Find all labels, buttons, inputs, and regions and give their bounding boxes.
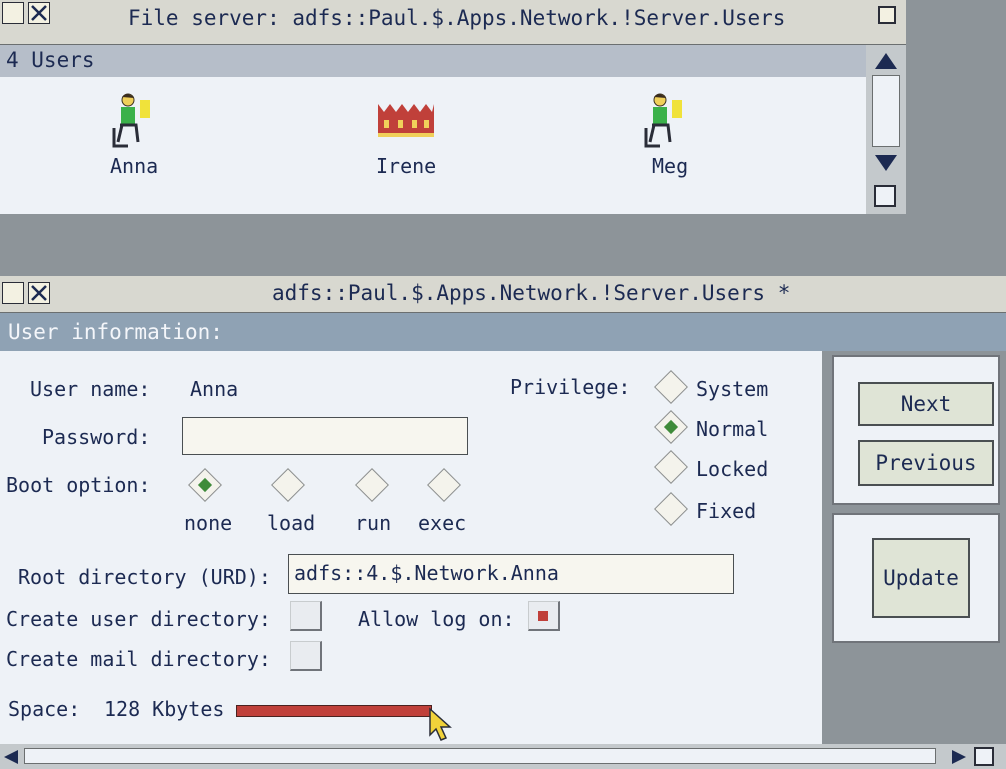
update-button[interactable]: Update [872,538,970,618]
privilege-label-system: System [696,377,769,401]
scrollbar-thumb[interactable] [872,75,900,147]
user-at-desk-icon [644,93,682,148]
user-name-value: Anna [190,377,239,401]
space-slider[interactable] [236,705,432,717]
close-icon[interactable] [28,2,50,24]
dialog-header-bar: User information: [0,313,1006,351]
checkbox-tick-icon [538,611,548,621]
root-directory-field[interactable]: adfs::4.$.Network.Anna [288,554,734,594]
close-icon[interactable] [28,282,50,304]
scroll-up-icon[interactable] [873,51,899,71]
privilege-radio-fixed[interactable] [654,492,688,526]
dialog-header: User information: [8,320,223,344]
next-button[interactable]: Next [858,382,994,426]
toggle-size-icon[interactable] [866,0,906,45]
dialog-title-bar[interactable]: adfs::Paul.$.Apps.Network.!Server.Users … [0,276,1006,313]
space-value: 128 Kbytes [104,697,225,721]
privilege-radio-locked[interactable] [654,450,688,484]
user-item-meg[interactable]: Meg [638,92,718,187]
root-directory-label: Root directory (URD): [18,565,271,589]
boot-radio-exec[interactable] [427,468,461,502]
horizontal-scroll-thumb[interactable] [24,748,936,764]
scroll-right-icon[interactable] [950,748,968,766]
resize-icon[interactable] [974,747,994,766]
resize-icon[interactable] [874,185,896,207]
crown-icon [378,104,434,137]
dialog-window-title: adfs::Paul.$.Apps.Network.!Server.Users … [272,281,791,305]
create-user-dir-label: Create user directory: [6,607,271,631]
back-icon[interactable] [2,282,24,304]
privilege-label-normal: Normal [696,417,769,441]
boot-radio-run[interactable] [355,468,389,502]
privilege-label-locked: Locked [696,457,769,481]
pointer-icon [429,707,452,741]
create-mail-dir-label: Create mail directory: [6,647,271,671]
create-user-dir-checkbox[interactable] [290,601,322,631]
scroll-down-icon[interactable] [873,153,899,173]
back-icon[interactable] [2,2,24,24]
desktop-right-edge [906,0,1006,276]
password-field[interactable] [182,417,468,455]
previous-button[interactable]: Previous [858,440,994,486]
boot-label-none: none [184,511,233,535]
create-mail-dir-checkbox[interactable] [290,641,322,671]
boot-label-exec: exec [418,511,467,535]
horizontal-scrollbar[interactable] [0,744,1006,769]
privilege-radio-normal[interactable] [654,410,688,444]
user-at-desk-icon [112,93,150,148]
user-info-window: adfs::Paul.$.Apps.Network.!Server.Users … [0,276,1006,769]
desktop-background [0,214,1006,276]
privilege-label: Privilege: [510,375,631,399]
privilege-label-fixed: Fixed [696,499,757,523]
user-name-label: Anna [110,154,159,178]
scroll-left-icon[interactable] [2,748,20,766]
users-header-bar: 4 Users [0,45,866,77]
user-name-label: Irene [376,154,437,178]
privilege-radio-system[interactable] [654,370,688,404]
vertical-scrollbar[interactable] [866,45,906,214]
password-label: Password: [42,425,151,449]
boot-label-load: load [267,511,316,535]
top-title-bar[interactable]: File server: adfs::Paul.$.Apps.Network.!… [0,0,866,45]
top-window-title: File server: adfs::Paul.$.Apps.Network.!… [128,6,786,30]
user-item-irene[interactable]: Irene [372,100,452,185]
form-panel: User name: Anna Password: Boot option: n… [0,351,822,744]
users-count: 4 Users [6,48,95,72]
space-label: Space: [8,697,81,721]
user-item-anna[interactable]: Anna [100,92,180,187]
user-name-label: Meg [652,154,689,178]
boot-radio-none[interactable] [188,468,222,502]
boot-radio-load[interactable] [271,468,305,502]
allow-logon-checkbox[interactable] [528,601,560,631]
allow-logon-label: Allow log on: [358,607,515,631]
boot-label-run: run [355,511,392,535]
top-window: File server: adfs::Paul.$.Apps.Network.!… [0,0,906,214]
boot-option-label: Boot option: [6,473,151,497]
user-name-label: User name: [30,377,151,401]
